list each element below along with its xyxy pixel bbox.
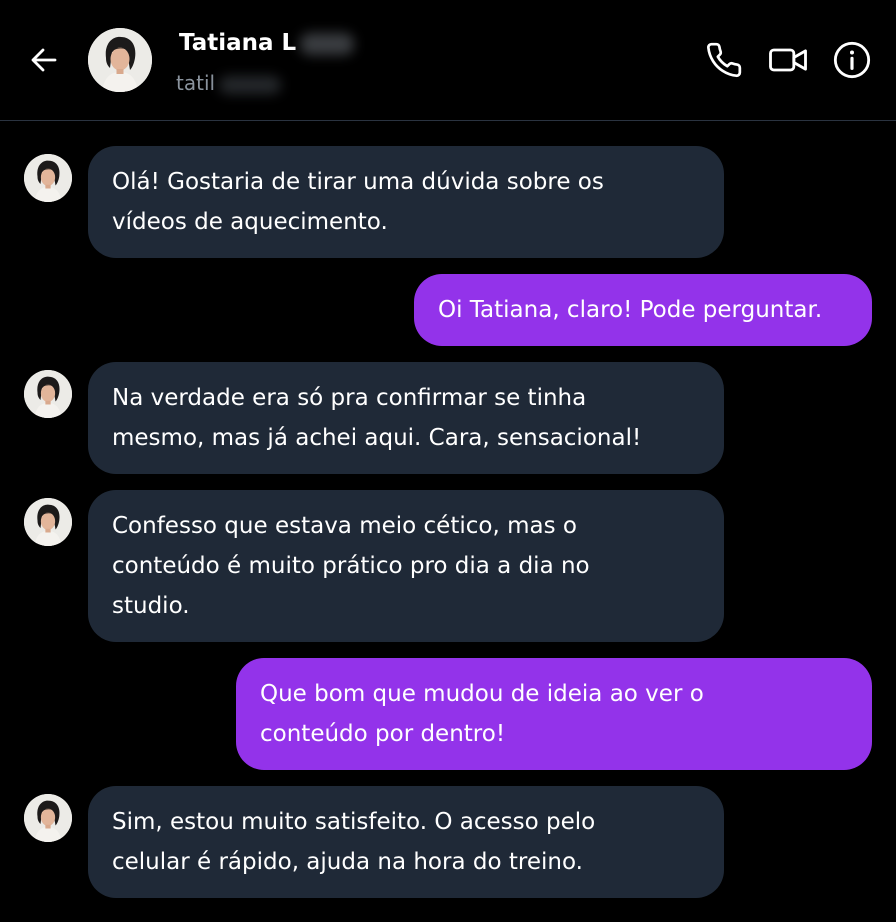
message-text: Olá! Gostaria de tirar uma dúvida sobre … bbox=[112, 169, 604, 235]
voice-call-button[interactable] bbox=[704, 40, 744, 80]
back-button[interactable] bbox=[24, 40, 64, 80]
incoming-message-bubble[interactable]: Olá! Gostaria de tirar uma dúvida sobre … bbox=[88, 146, 724, 258]
conversation-info-button[interactable] bbox=[832, 40, 872, 80]
message-text: Sim, estou muito satisfeito. O acesso pe… bbox=[112, 809, 596, 875]
message-text: Na verdade era só pra confirmar se tinha… bbox=[112, 385, 642, 451]
message-avatar[interactable] bbox=[24, 370, 72, 418]
contact-handle-text: tatil bbox=[176, 71, 216, 95]
message-text: Confesso que estava meio cético, mas o c… bbox=[112, 513, 590, 619]
video-camera-icon bbox=[768, 40, 808, 80]
contact-handle: tatil bbox=[176, 71, 282, 95]
contact-handle-redaction bbox=[219, 75, 282, 94]
incoming-message-bubble[interactable]: Sim, estou muito satisfeito. O acesso pe… bbox=[88, 786, 724, 898]
chat-window: Tatiana L tatil Olá! Gostaria de tirar u… bbox=[0, 0, 896, 922]
contact-avatar[interactable] bbox=[88, 28, 152, 92]
incoming-message-bubble[interactable]: Na verdade era só pra confirmar se tinha… bbox=[88, 362, 724, 474]
outgoing-message-bubble[interactable]: Oi Tatiana, claro! Pode perguntar. bbox=[414, 274, 872, 346]
contact-name-text: Tatiana L bbox=[179, 30, 297, 56]
info-circle-icon bbox=[832, 40, 872, 80]
outgoing-message-bubble[interactable]: Que bom que mudou de ideia ao ver o cont… bbox=[236, 658, 872, 770]
contact-name: Tatiana L bbox=[179, 30, 355, 56]
chat-header: Tatiana L tatil bbox=[0, 0, 896, 121]
message-avatar[interactable] bbox=[24, 154, 72, 202]
contact-name-redaction bbox=[300, 32, 355, 55]
incoming-message-bubble[interactable]: Confesso que estava meio cético, mas o c… bbox=[88, 490, 724, 642]
message-text: Que bom que mudou de ideia ao ver o cont… bbox=[260, 681, 704, 747]
phone-icon bbox=[705, 41, 743, 79]
arrow-left-icon bbox=[28, 44, 60, 76]
message-avatar[interactable] bbox=[24, 794, 72, 842]
video-call-button[interactable] bbox=[768, 40, 808, 80]
message-text: Oi Tatiana, claro! Pode perguntar. bbox=[438, 297, 823, 323]
message-avatar[interactable] bbox=[24, 498, 72, 546]
